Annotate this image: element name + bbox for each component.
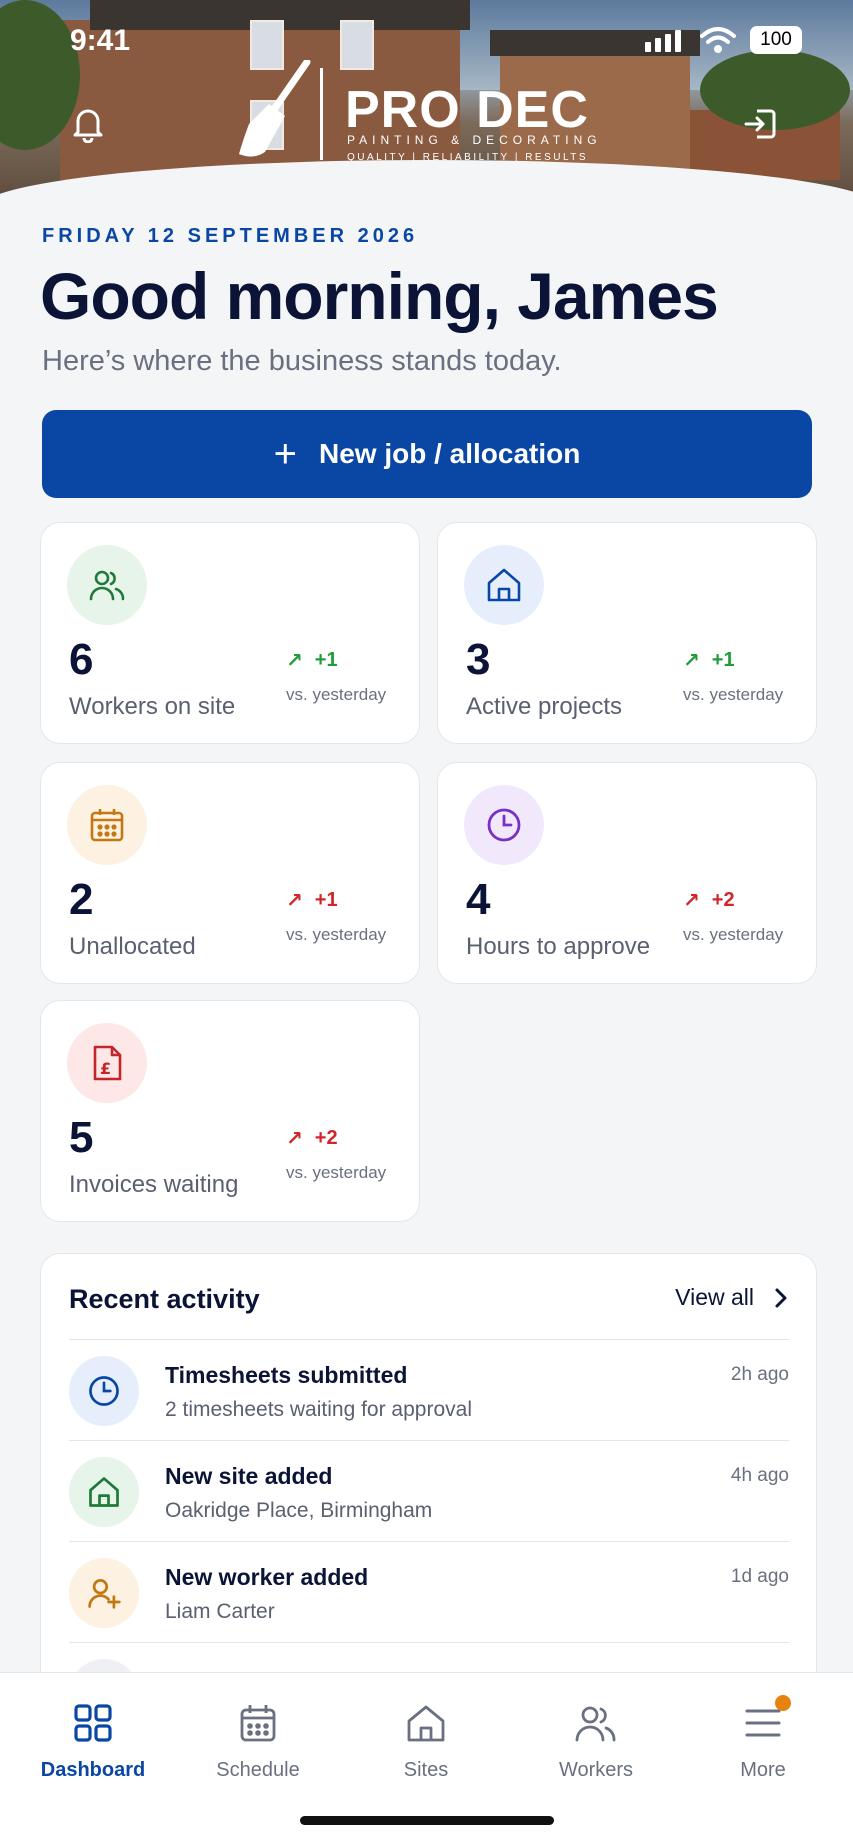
home-icon	[464, 545, 544, 625]
users-icon	[67, 545, 147, 625]
calendar-icon	[178, 1699, 338, 1747]
greeting-subtitle: Here’s where the business stands today.	[42, 345, 562, 377]
greeting-title: Good morning, James	[40, 259, 719, 333]
trend-note: vs. yesterday	[286, 1163, 387, 1182]
stat-label: Invoices waiting	[69, 1171, 239, 1198]
invoice-icon: £	[67, 1023, 147, 1103]
chevron-right-icon	[775, 1288, 787, 1307]
wifi-icon	[700, 26, 736, 59]
stat-label: Workers on site	[69, 693, 236, 720]
tab-label: Schedule	[216, 1759, 300, 1781]
trend-up-icon: ↗	[286, 890, 303, 912]
grid-icon	[13, 1699, 173, 1747]
view-all-link[interactable]: View all	[675, 1284, 788, 1311]
trend-indicator: ↗ +1	[286, 649, 338, 672]
tab-more[interactable]: More	[683, 1695, 843, 1782]
menu-icon	[683, 1695, 843, 1747]
bell-icon[interactable]	[66, 102, 110, 146]
tab-label: Dashboard	[40, 1759, 146, 1781]
home-indicator	[300, 1816, 554, 1825]
prodec-logo: PRO DEC PAINTING & DECORATING QUALITY | …	[235, 60, 635, 170]
stat-card-hours[interactable]: 4 Hours to approve ↗ +2 vs. yesterday	[437, 762, 817, 984]
stat-value: 4	[466, 875, 491, 924]
status-bar: 9:41 100	[0, 20, 853, 60]
clock-icon	[69, 1356, 139, 1426]
activity-item-title: Timesheets submitted	[165, 1362, 408, 1388]
logo-subtitle: PAINTING & DECORATING	[347, 133, 602, 147]
stat-card-workers[interactable]: 6 Workers on site ↗ +1 vs. yesterday	[40, 522, 420, 744]
stat-value: 6	[69, 635, 94, 684]
tab-sites[interactable]: Sites	[346, 1699, 506, 1782]
stat-value: 5	[69, 1113, 94, 1162]
trend-up-icon: ↗	[683, 650, 700, 672]
activity-item-title: New site added	[165, 1463, 333, 1489]
add-user-icon	[69, 1558, 139, 1628]
stat-label: Hours to approve	[466, 933, 651, 960]
logout-icon[interactable]	[738, 102, 782, 146]
signal-icon	[645, 30, 681, 52]
home-icon	[346, 1699, 506, 1747]
trend-note: vs. yesterday	[683, 685, 784, 704]
logo-tagline: QUALITY | RELIABILITY | RESULTS	[347, 152, 589, 163]
tab-workers[interactable]: Workers	[516, 1699, 676, 1782]
tab-label: Workers	[558, 1759, 634, 1781]
stat-card-invoices[interactable]: £ 5 Invoices waiting ↗ +2 vs. yesterday	[40, 1000, 420, 1222]
home-icon	[69, 1457, 139, 1527]
activity-item-subtitle: Liam Carter	[165, 1600, 275, 1623]
stat-card-unallocated[interactable]: 2 Unallocated ↗ +1 vs. yesterday	[40, 762, 420, 984]
clock-icon	[464, 785, 544, 865]
paintbrush-icon	[239, 60, 311, 157]
trend-up-icon: ↗	[286, 1128, 303, 1150]
tab-label: Sites	[403, 1759, 449, 1781]
tab-label: More	[740, 1759, 786, 1781]
svg-text:£: £	[100, 1059, 111, 1078]
plus-icon: +	[273, 432, 297, 476]
activity-item-time: 2h ago	[730, 1364, 789, 1385]
tab-schedule[interactable]: Schedule	[178, 1699, 338, 1782]
activity-item[interactable]: New worker added Liam Carter 1d ago	[69, 1541, 789, 1642]
activity-title: Recent activity	[69, 1284, 260, 1314]
users-icon	[516, 1699, 676, 1747]
activity-item[interactable]: Timesheets submitted 2 timesheets waitin…	[69, 1339, 789, 1440]
stat-label: Unallocated	[69, 933, 196, 960]
trend-indicator: ↗ +2	[683, 889, 735, 912]
trend-indicator: ↗ +1	[286, 889, 338, 912]
activity-item-subtitle: 2 timesheets waiting for approval	[165, 1398, 472, 1421]
activity-item-subtitle: Oakridge Place, Birmingham	[165, 1499, 433, 1522]
trend-indicator: ↗ +2	[286, 1127, 338, 1150]
recent-activity-card: Recent activity View all Timesheets subm…	[40, 1253, 817, 1723]
current-date: FRIDAY 12 SEPTEMBER 2026	[42, 225, 419, 247]
calendar-icon	[67, 785, 147, 865]
stat-label: Active projects	[466, 693, 623, 720]
stat-card-projects[interactable]: 3 Active projects ↗ +1 vs. yesterday	[437, 522, 817, 744]
trend-note: vs. yesterday	[286, 685, 387, 704]
activity-item-title: New worker added	[165, 1564, 369, 1590]
notification-dot	[775, 1695, 791, 1711]
activity-item-time: 1d ago	[730, 1566, 789, 1587]
trend-up-icon: ↗	[286, 650, 303, 672]
tab-dashboard[interactable]: Dashboard	[13, 1699, 173, 1782]
status-time: 9:41	[70, 24, 131, 57]
trend-note: vs. yesterday	[683, 925, 784, 944]
trend-indicator: ↗ +1	[683, 649, 735, 672]
trend-up-icon: ↗	[683, 890, 700, 912]
new-job-label: New job / allocation	[318, 438, 581, 469]
stat-value: 2	[69, 875, 94, 924]
activity-item-time: 4h ago	[730, 1465, 789, 1486]
battery-indicator: 100	[750, 26, 802, 54]
trend-note: vs. yesterday	[286, 925, 387, 944]
activity-item[interactable]: New site added Oakridge Place, Birmingha…	[69, 1440, 789, 1541]
logo-name: PRO DEC	[345, 81, 589, 139]
stat-value: 3	[466, 635, 491, 684]
new-job-button[interactable]: + New job / allocation	[42, 410, 812, 498]
